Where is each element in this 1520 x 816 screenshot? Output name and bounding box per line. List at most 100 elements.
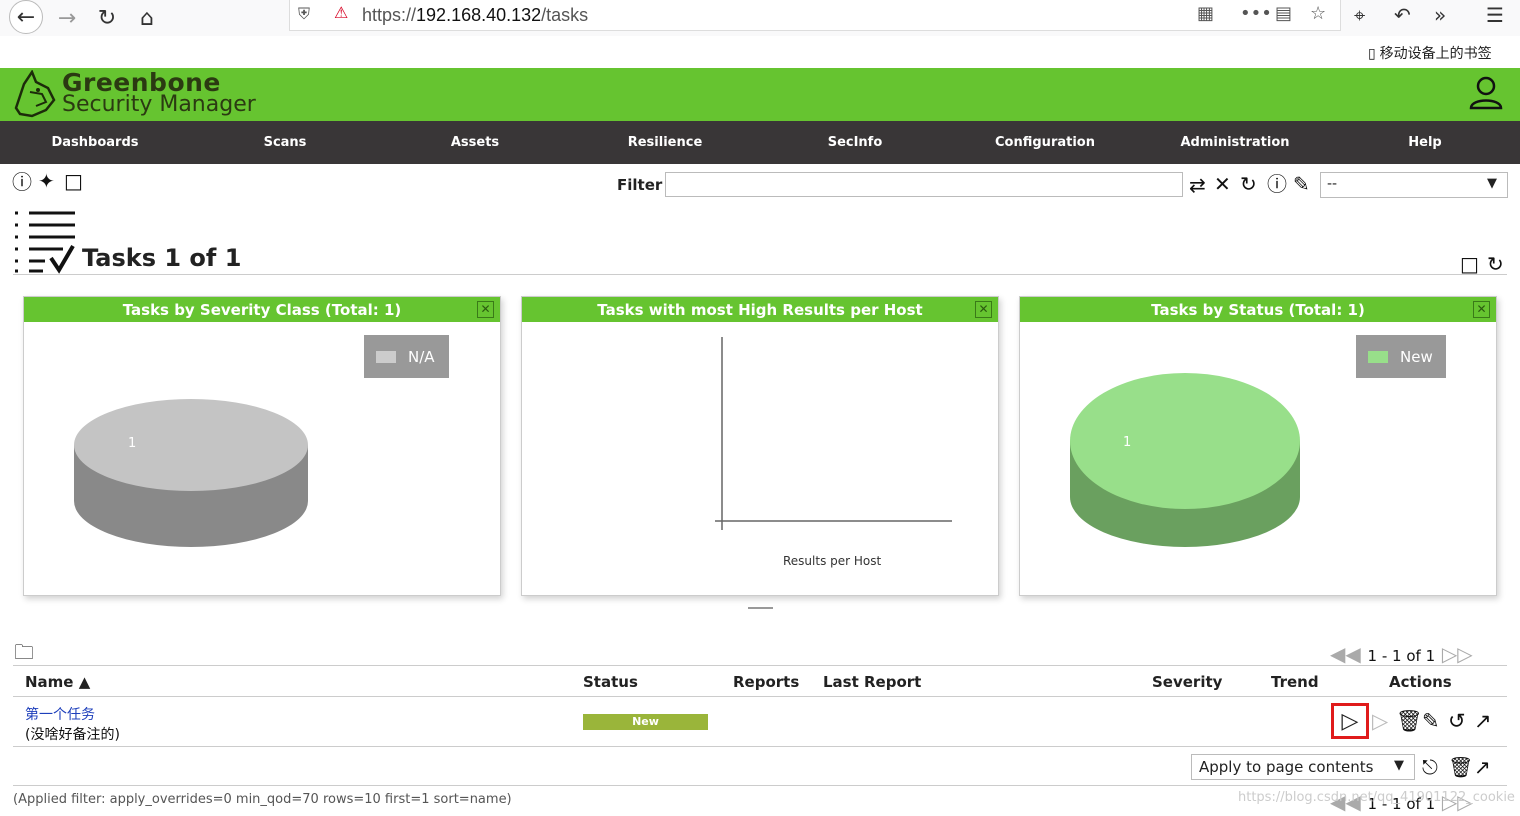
tracking-shield-icon[interactable]: ⛨ <box>298 4 310 24</box>
help-icon[interactable]: ⓘ <box>12 172 32 192</box>
status-panel: Tasks by Status (Total: 1) ✕ New 1 <box>1019 296 1497 596</box>
header-status[interactable]: Status <box>583 673 638 691</box>
url-text[interactable]: https://192.168.40.132/tasks <box>362 5 588 26</box>
tag-icon[interactable]: ⎋ <box>1422 757 1438 777</box>
filter-select[interactable]: -- ▼ <box>1320 172 1508 198</box>
resume-icon: ▷ <box>1372 709 1389 733</box>
close-icon[interactable]: ✕ <box>975 301 992 318</box>
back-button[interactable]: ← <box>9 0 43 34</box>
reset-filter-icon[interactable]: ↻ <box>1240 174 1257 194</box>
header-trend[interactable]: Trend <box>1271 673 1319 691</box>
table-top-border <box>13 665 1507 666</box>
panel-title[interactable]: Tasks by Status (Total: 1) ✕ <box>1020 297 1496 322</box>
close-icon[interactable]: ✕ <box>1473 301 1490 318</box>
filter-help-icon[interactable]: ⓘ <box>1267 174 1287 194</box>
legend-swatch <box>1368 350 1388 363</box>
nav-dashboards[interactable]: Dashboards <box>0 121 190 164</box>
bookmark-star-icon[interactable]: ☆ <box>1310 3 1326 24</box>
high-results-panel: Tasks with most High Results per Host ✕ … <box>521 296 999 596</box>
filter-input[interactable] <box>665 172 1183 197</box>
bulk-action-select[interactable]: Apply to page contents ▼ <box>1191 754 1415 780</box>
panel-title[interactable]: Tasks with most High Results per Host ✕ <box>522 297 998 322</box>
first-page-icon[interactable]: ◀◀ <box>1330 642 1361 666</box>
trash-icon[interactable]: 🗑 <box>1396 709 1423 733</box>
nav-administration[interactable]: Administration <box>1140 121 1330 164</box>
task-name-link[interactable]: 第一个任务 <box>25 704 95 724</box>
nav-resilience[interactable]: Resilience <box>570 121 760 164</box>
bulk-trash-icon[interactable]: 🗑 <box>1448 757 1473 777</box>
overflow-chevron-icon[interactable]: » <box>1434 3 1446 27</box>
user-menu-icon[interactable] <box>1468 76 1504 110</box>
filter-label: Filter <box>617 176 663 194</box>
pie-chart[interactable]: 1 <box>1068 371 1304 551</box>
nav-help[interactable]: Help <box>1330 121 1520 164</box>
greenbone-logo-icon[interactable] <box>8 70 58 120</box>
export-icon[interactable]: ↗ <box>1474 709 1492 733</box>
new-dashboard-icon[interactable]: □ <box>1460 254 1479 274</box>
empty-chart-axes <box>715 337 952 530</box>
pie-slice[interactable] <box>74 399 308 491</box>
chart-legend[interactable]: New <box>1356 335 1446 378</box>
pie-slice[interactable] <box>1070 373 1300 509</box>
task-comment: (没啥好备注的) <box>25 727 120 743</box>
forward-button[interactable]: → <box>52 3 82 33</box>
chevron-down-icon: ▼ <box>1487 176 1497 191</box>
header-severity[interactable]: Severity <box>1152 673 1222 691</box>
pie-chart[interactable]: 1 <box>72 397 312 577</box>
bulk-export-icon[interactable]: ↗ <box>1474 757 1491 777</box>
page-title: Tasks 1 of 1 <box>82 244 242 272</box>
edit-filter-icon[interactable]: ✎ <box>1293 174 1310 194</box>
legend-label: New <box>1400 347 1433 366</box>
table-bottom-border <box>13 785 1507 786</box>
page-actions-icon[interactable]: ••• <box>1240 3 1272 24</box>
browser-toolbar: ← → ↻ ⌂ ⛨ ⚠ https://192.168.40.132/tasks… <box>0 0 1520 36</box>
chart-legend[interactable]: N/A <box>364 335 449 378</box>
task-list-icon <box>15 211 75 274</box>
reload-button[interactable]: ↻ <box>92 3 122 33</box>
nav-scans[interactable]: Scans <box>190 121 380 164</box>
main-navigation: Dashboards Scans Assets Resilience SecIn… <box>0 121 1520 164</box>
new-task-icon[interactable]: □ <box>64 171 83 191</box>
pager-text: 1 - 1 of 1 <box>1367 647 1436 665</box>
close-icon[interactable]: ✕ <box>477 301 494 318</box>
start-task-button[interactable]: ▷ <box>1331 703 1369 739</box>
header-reports[interactable]: Reports <box>733 673 799 691</box>
header-name[interactable]: Name ▲ <box>25 673 90 691</box>
nav-secinfo[interactable]: SecInfo <box>760 121 950 164</box>
edit-icon[interactable]: ✎ <box>1422 709 1440 733</box>
header-last-report[interactable]: Last Report <box>823 673 921 691</box>
next-page-icon[interactable]: ▷▷ <box>1442 642 1473 666</box>
status-badge: New <box>583 714 708 730</box>
nav-configuration[interactable]: Configuration <box>950 121 1140 164</box>
menu-icon[interactable]: ☰ <box>1486 3 1504 27</box>
url-bar[interactable]: ⛨ ⚠ https://192.168.40.132/tasks ▦ ••• ▤… <box>289 0 1341 31</box>
brand-subtitle: Security Manager <box>62 92 256 117</box>
clone-icon[interactable]: ↺ <box>1448 709 1466 733</box>
legend-label: N/A <box>408 347 435 366</box>
title-divider <box>13 274 1507 275</box>
applied-filter-text: (Applied filter: apply_overrides=0 min_q… <box>13 792 512 807</box>
header-actions: Actions <box>1389 673 1452 691</box>
update-filter-icon[interactable]: ⇄ <box>1189 175 1206 195</box>
table-header-border <box>13 696 1507 697</box>
home-button[interactable]: ⌂ <box>132 3 162 33</box>
screenshot-icon[interactable]: ⌖ <box>1354 3 1365 27</box>
panel-title[interactable]: Tasks by Severity Class (Total: 1) ✕ <box>24 297 500 322</box>
insecure-lock-icon[interactable]: ⚠ <box>334 3 348 22</box>
wizard-icon[interactable]: ✦ <box>38 171 55 191</box>
qr-code-icon[interactable]: ▦ <box>1197 3 1214 24</box>
undo-icon[interactable]: ↶ <box>1394 3 1411 27</box>
reload-dashboard-icon[interactable]: ↻ <box>1487 254 1504 274</box>
table-row-border <box>13 746 1507 747</box>
nav-assets[interactable]: Assets <box>380 121 570 164</box>
app-header: Greenbone Security Manager <box>0 68 1520 121</box>
folder-icon[interactable]: 🗀 <box>14 642 34 662</box>
slice-label: 1 <box>128 436 136 451</box>
remove-filter-icon[interactable]: ✕ <box>1214 174 1231 194</box>
chevron-down-icon: ▼ <box>1394 758 1404 773</box>
dashboard-resize-handle[interactable] <box>748 607 773 609</box>
pocket-icon[interactable]: ▤ <box>1275 3 1292 24</box>
severity-class-panel: Tasks by Severity Class (Total: 1) ✕ N/A… <box>23 296 501 596</box>
legend-swatch <box>376 350 396 363</box>
mobile-bookmarks[interactable]: ▯ 移动设备上的书签 <box>1368 43 1492 63</box>
